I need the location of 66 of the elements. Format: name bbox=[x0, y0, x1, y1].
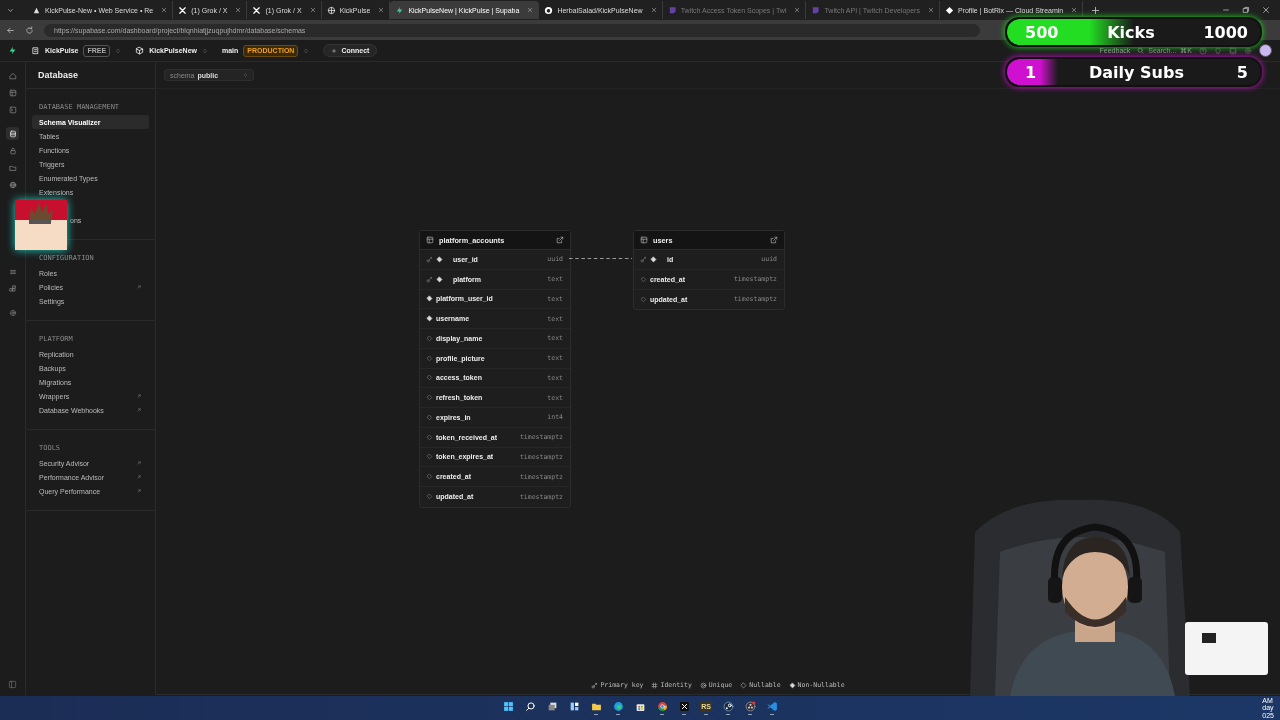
external-link-icon[interactable] bbox=[556, 236, 564, 244]
database-icon[interactable] bbox=[6, 127, 19, 140]
goal-title: Daily Subs bbox=[1088, 62, 1185, 82]
hollow-diamond-icon bbox=[740, 681, 748, 689]
wave-logo-icon bbox=[612, 700, 624, 712]
updown-chevron-icon bbox=[243, 72, 248, 78]
close-icon[interactable] bbox=[927, 7, 934, 13]
record-icon bbox=[744, 700, 756, 712]
bolt-icon bbox=[32, 5, 41, 15]
search-icon bbox=[524, 700, 536, 712]
close-icon[interactable] bbox=[1262, 6, 1270, 14]
speech-bubble-icon bbox=[667, 5, 677, 15]
sticker-drawing bbox=[15, 200, 67, 250]
diamond-icon bbox=[944, 5, 954, 15]
table-icon bbox=[426, 236, 434, 244]
close-icon[interactable] bbox=[650, 7, 657, 13]
user-avatar[interactable] bbox=[1259, 44, 1272, 57]
globe-icon bbox=[326, 5, 336, 15]
taskbar-app[interactable] bbox=[720, 698, 736, 718]
reload-icon[interactable] bbox=[25, 25, 34, 35]
key-icon bbox=[591, 681, 599, 689]
sidebar-title: Database bbox=[38, 70, 79, 80]
close-icon[interactable] bbox=[527, 7, 534, 13]
help-icon[interactable] bbox=[1199, 46, 1207, 55]
code-editor-icon bbox=[766, 700, 778, 712]
bolt-icon bbox=[395, 5, 405, 15]
inbox-icon[interactable] bbox=[1229, 46, 1237, 55]
bolt-logo-icon bbox=[8, 46, 17, 55]
settings-icon[interactable] bbox=[1244, 46, 1252, 55]
start-icon bbox=[502, 700, 514, 712]
relation-line bbox=[569, 257, 632, 260]
hash-icon bbox=[651, 681, 659, 689]
taskbar-app[interactable] bbox=[742, 698, 758, 718]
search-icon bbox=[1137, 47, 1145, 54]
close-icon[interactable] bbox=[794, 7, 801, 13]
close-icon[interactable] bbox=[1071, 7, 1078, 13]
x-logo-icon bbox=[178, 5, 188, 15]
app-icon bbox=[678, 700, 690, 712]
circle-logo-icon bbox=[656, 700, 668, 712]
building-icon bbox=[31, 46, 40, 55]
widgets-icon bbox=[568, 700, 580, 712]
close-icon[interactable] bbox=[161, 7, 168, 13]
goal-current: 1 bbox=[1025, 62, 1037, 82]
close-icon[interactable] bbox=[309, 7, 316, 13]
x-logo-icon bbox=[252, 5, 262, 15]
minimize-icon[interactable] bbox=[1222, 6, 1230, 14]
new-tab-icon[interactable] bbox=[1091, 5, 1101, 15]
diamond-icon bbox=[788, 681, 796, 689]
close-icon[interactable] bbox=[235, 7, 242, 13]
speech-bubble-icon bbox=[811, 5, 821, 15]
table-icon bbox=[640, 236, 648, 244]
steam-icon bbox=[722, 700, 734, 712]
close-icon[interactable] bbox=[378, 7, 385, 13]
goal-title: Kicks bbox=[1106, 22, 1156, 42]
restore-icon[interactable] bbox=[1242, 6, 1250, 14]
external-link-icon[interactable] bbox=[770, 236, 778, 244]
sidebar-toggle-icon[interactable] bbox=[8, 680, 17, 689]
goal-current: 500 bbox=[1025, 22, 1059, 42]
table-node[interactable] bbox=[419, 230, 571, 508]
back-icon[interactable] bbox=[6, 25, 15, 35]
goal-target: 5 bbox=[1236, 62, 1248, 82]
lightbulb-icon[interactable] bbox=[1214, 46, 1222, 55]
windows-icon bbox=[546, 700, 558, 712]
cube-icon bbox=[135, 46, 145, 55]
cat-logo-icon bbox=[544, 5, 554, 15]
goal-target: 1000 bbox=[1203, 22, 1248, 42]
